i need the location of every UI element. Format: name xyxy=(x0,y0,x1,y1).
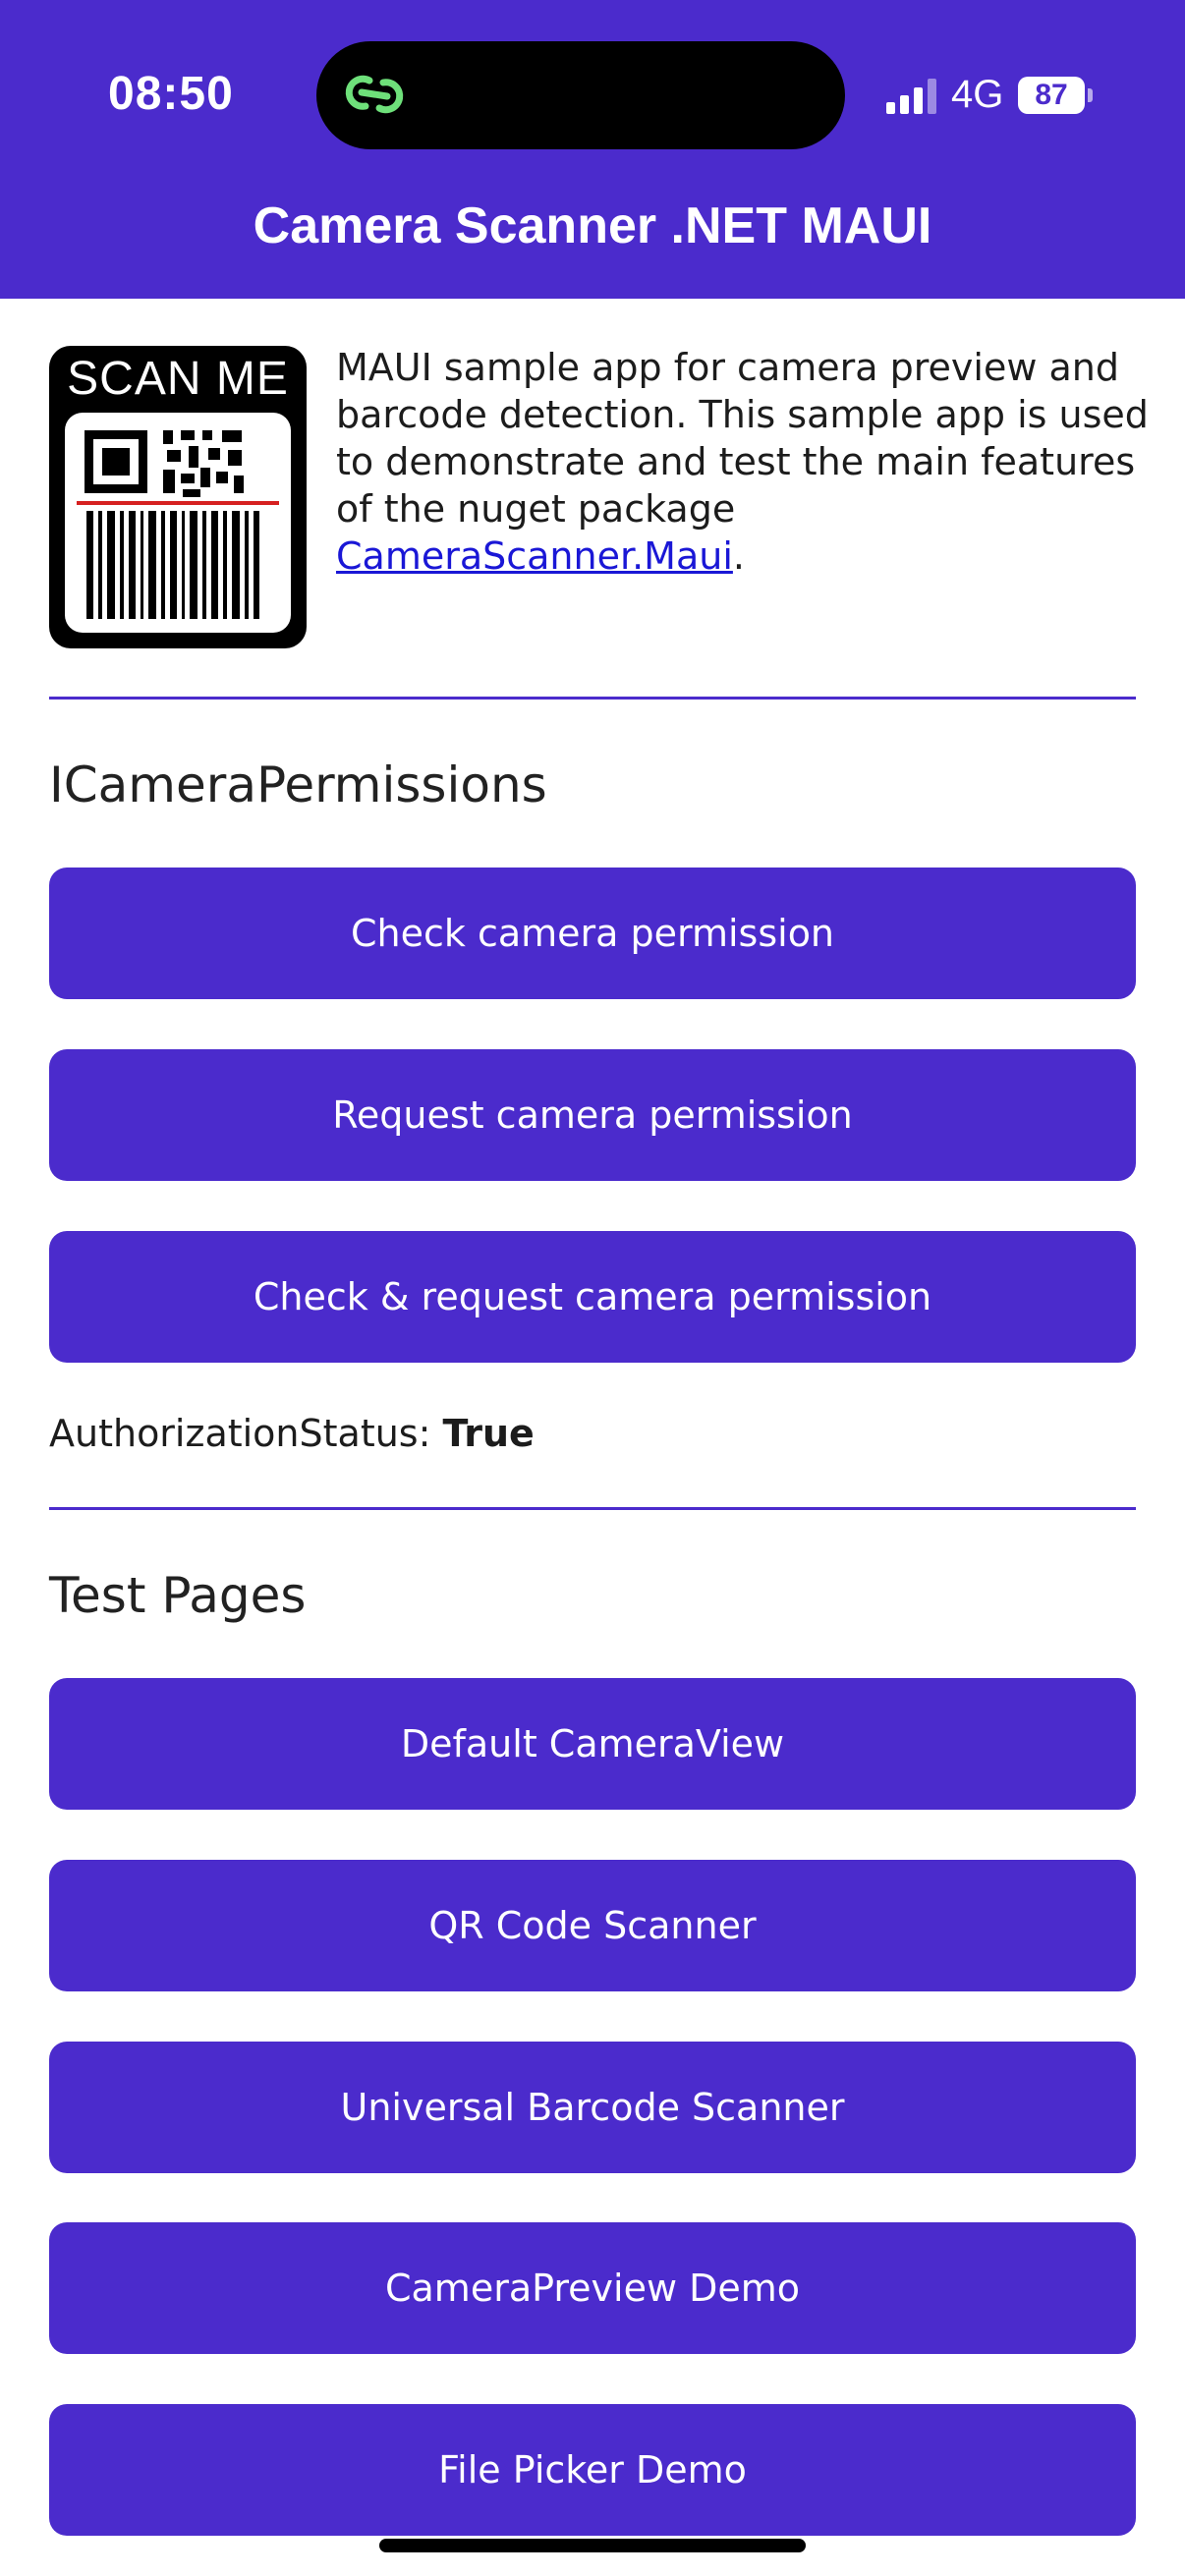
status-time: 08:50 xyxy=(108,68,234,120)
page-title: Camera Scanner .NET MAUI xyxy=(253,197,932,254)
logo-card xyxy=(65,413,291,633)
check-request-camera-permission-button[interactable]: Check & request camera permission xyxy=(49,1231,1136,1363)
qr-barcode-icon xyxy=(77,430,279,619)
intro-trailing: . xyxy=(732,534,745,578)
section-divider xyxy=(49,1507,1136,1510)
default-cameraview-button[interactable]: Default CameraView xyxy=(49,1678,1136,1810)
universal-barcode-scanner-button[interactable]: Universal Barcode Scanner xyxy=(49,2042,1136,2173)
camerapreview-demo-button[interactable]: CameraPreview Demo xyxy=(49,2222,1136,2354)
intro-text: MAUI sample app for camera preview and b… xyxy=(336,346,1149,531)
app-header: 08:50 4G 87 Camera Scanner .NET MAUI xyxy=(0,0,1185,299)
home-indicator[interactable] xyxy=(379,2539,806,2552)
logo-text: SCAN ME xyxy=(67,353,289,405)
permissions-section-title: ICameraPermissions xyxy=(49,756,547,813)
nuget-package-link[interactable]: CameraScanner.Maui xyxy=(336,534,733,578)
intro-description: MAUI sample app for camera preview and b… xyxy=(336,344,1152,580)
request-camera-permission-button[interactable]: Request camera permission xyxy=(49,1049,1136,1181)
check-camera-permission-button[interactable]: Check camera permission xyxy=(49,868,1136,999)
battery-level: 87 xyxy=(1018,77,1085,114)
dynamic-island xyxy=(316,41,845,149)
battery-icon: 87 xyxy=(1018,77,1093,114)
authorization-status-label: AuthorizationStatus: xyxy=(49,1412,443,1455)
file-picker-demo-button[interactable]: File Picker Demo xyxy=(49,2404,1136,2536)
scan-me-logo: SCAN ME xyxy=(49,346,307,648)
section-divider xyxy=(49,697,1136,700)
qr-code-scanner-button[interactable]: QR Code Scanner xyxy=(49,1860,1136,1991)
link-icon xyxy=(345,75,404,114)
network-type: 4G xyxy=(951,73,1004,116)
test-pages-section-title: Test Pages xyxy=(49,1567,307,1624)
cellular-signal-icon xyxy=(886,79,936,114)
authorization-status-value: True xyxy=(442,1412,535,1455)
authorization-status: AuthorizationStatus: True xyxy=(49,1412,535,1455)
battery-tip xyxy=(1088,88,1093,102)
